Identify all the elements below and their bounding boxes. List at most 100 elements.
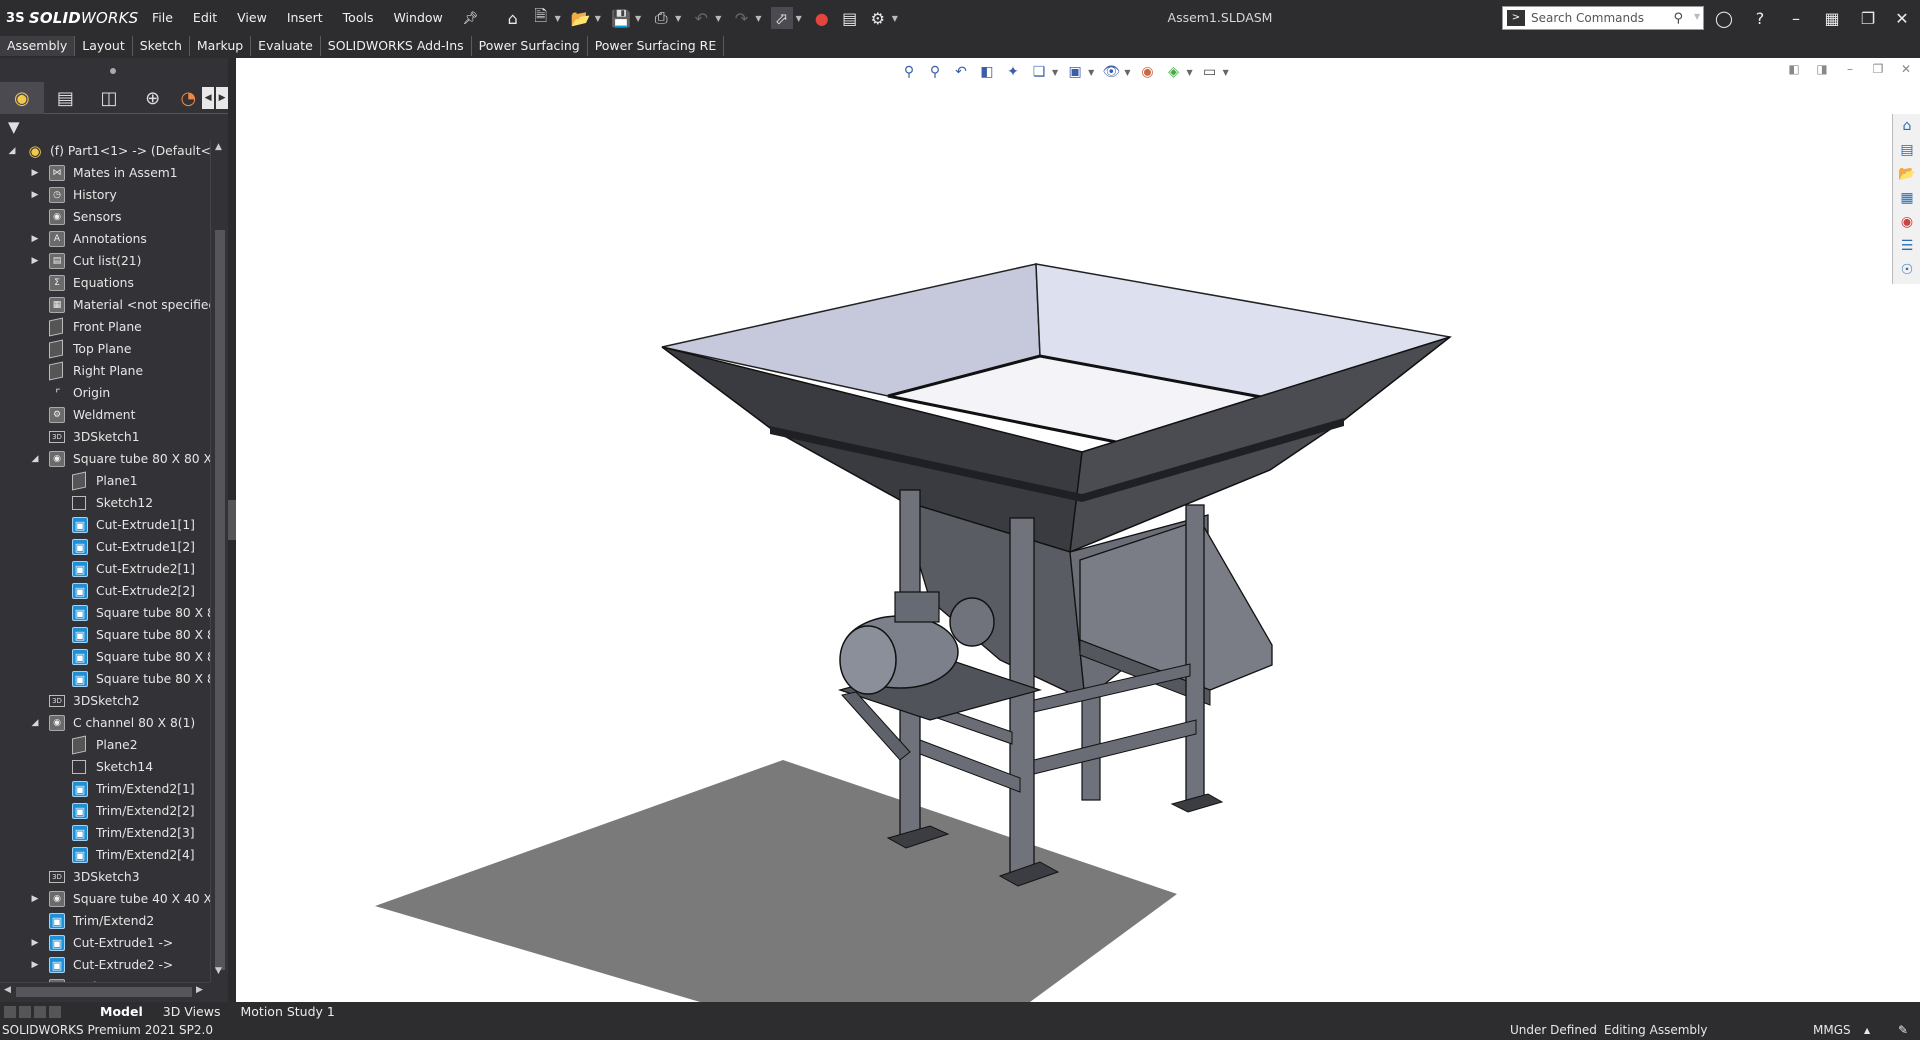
expand-arrow-icon[interactable]: ▶	[29, 894, 41, 904]
scroll-up-icon[interactable]: ▲	[215, 142, 222, 152]
expand-arrow-icon[interactable]: ▶	[29, 256, 41, 266]
feature-manager-tab-icon[interactable]: ◉	[0, 82, 44, 114]
open-dropdown-icon[interactable]: ▼	[595, 14, 601, 23]
tree-row[interactable]: Plane1	[0, 470, 210, 492]
scroll-down-icon[interactable]: ▼	[215, 966, 222, 976]
tab-motion-study-1[interactable]: Motion Study 1	[230, 1002, 344, 1022]
splitter-handle[interactable]	[228, 500, 236, 540]
save-icon[interactable]: 💾	[610, 7, 632, 29]
previous-tab-icon[interactable]	[19, 1006, 31, 1018]
tree-row[interactable]: ▶ ◷ History	[0, 184, 210, 206]
close-window-icon[interactable]: ✕	[1884, 0, 1920, 36]
solidworks-resources-icon[interactable]: ⌂	[1893, 114, 1920, 138]
menu-view[interactable]: View	[227, 0, 277, 36]
panel-splitter[interactable]	[228, 58, 236, 1002]
user-account-icon[interactable]: ◯	[1706, 0, 1742, 36]
tree-horizontal-scrollbar[interactable]: ◀ ▶	[0, 982, 210, 1000]
quick-tips-icon[interactable]: ✎	[1898, 1023, 1908, 1037]
file-properties-icon[interactable]: ▤	[839, 7, 861, 29]
view-palette-icon[interactable]: ▦	[1893, 186, 1920, 210]
undo-icon[interactable]: ↶	[690, 7, 712, 29]
tree-row[interactable]: ▣ Square tube 80 X 80 X	[0, 646, 210, 668]
new-dropdown-icon[interactable]: ▼	[555, 14, 561, 23]
filter-icon[interactable]: ▼	[8, 118, 20, 136]
undo-dropdown-icon[interactable]: ▼	[715, 14, 721, 23]
tree-row[interactable]: ▶ ▤ Cut list(21)	[0, 250, 210, 272]
print-dropdown-icon[interactable]: ▼	[675, 14, 681, 23]
tree-row[interactable]: ▶ ▣ Cut-Extrude2 ->	[0, 954, 210, 976]
tree-row[interactable]: Sketch12	[0, 492, 210, 514]
tree-row[interactable]: ▣ Trim/Extend2	[0, 910, 210, 932]
menu-tools[interactable]: Tools	[333, 0, 384, 36]
status-units[interactable]: MMGS	[1813, 1023, 1851, 1037]
solidworks-forum-icon[interactable]: ☉	[1893, 258, 1920, 282]
tree-row[interactable]: Plane2	[0, 734, 210, 756]
new-document-icon[interactable]: 🗎	[530, 6, 552, 29]
search-input[interactable]: Search Commands	[1531, 11, 1644, 25]
expand-arrow-icon[interactable]: ▶	[29, 938, 41, 948]
tree-row[interactable]: ⌜ Origin	[0, 382, 210, 404]
tree-row[interactable]: ▦ Material <not specified>	[0, 294, 210, 316]
scroll-right-icon[interactable]: ▶	[196, 985, 203, 995]
tab-model[interactable]: Model	[90, 1002, 153, 1022]
tree-row[interactable]: Front Plane	[0, 316, 210, 338]
options-gear-icon[interactable]: ⚙	[867, 7, 889, 29]
tree-row[interactable]: ▣ Trim/Extend2[2]	[0, 800, 210, 822]
first-tab-icon[interactable]	[4, 1006, 16, 1018]
hopper-3d-model[interactable]	[236, 58, 1920, 1002]
panel-grip[interactable]	[0, 58, 228, 82]
scroll-left-icon[interactable]: ◀	[4, 985, 11, 995]
tabs-scroll-right-icon[interactable]: ▶	[216, 87, 228, 109]
status-units-dropdown-icon[interactable]: ▲	[1864, 1026, 1870, 1035]
file-explorer-icon[interactable]: 📂	[1893, 162, 1920, 186]
expand-arrow-icon[interactable]: ▶	[29, 190, 41, 200]
tile-windows-icon[interactable]: ▦	[1814, 0, 1850, 36]
tree-row[interactable]: Σ Equations	[0, 272, 210, 294]
tree-row[interactable]: ◢ ◉ Square tube 80 X 80 X 5(1)	[0, 448, 210, 470]
tab-3d-views[interactable]: 3D Views	[153, 1002, 231, 1022]
tab-power-surfacing-re[interactable]: Power Surfacing RE	[588, 36, 725, 56]
tree-row[interactable]: ▣ Trim/Extend2[4]	[0, 844, 210, 866]
tree-row[interactable]: ▣ Trim/Extend2[1]	[0, 778, 210, 800]
options-dropdown-icon[interactable]: ▼	[892, 14, 898, 23]
last-tab-icon[interactable]	[49, 1006, 61, 1018]
tabs-scroll-left-icon[interactable]: ◀	[202, 87, 215, 109]
tree-row[interactable]: ⚙ Weldment	[0, 404, 210, 426]
tab-sketch[interactable]: Sketch	[133, 36, 190, 56]
expand-arrow-icon[interactable]: ▶	[29, 168, 41, 178]
custom-properties-icon[interactable]: ☰	[1893, 234, 1920, 258]
expand-arrow-icon[interactable]: ▶	[29, 234, 41, 244]
minimize-window-icon[interactable]: –	[1778, 0, 1814, 36]
graphics-area[interactable]: ⚲ ⚲ ↶ ◧ ✦ ❏ ▼ ▣ ▼ 👁︎ ▼ ◉ ◈ ▼ ▭ ▼ ◧ ◨ – ❐ ✕	[236, 58, 1920, 1002]
tab-markup[interactable]: Markup	[190, 36, 252, 56]
home-icon[interactable]: ⌂	[502, 7, 524, 29]
rebuild-traffic-light-icon[interactable]: ●	[811, 7, 833, 29]
tree-row[interactable]: 3D 3DSketch3	[0, 866, 210, 888]
tree-row[interactable]: ▣ Cut-Extrude1[2]	[0, 536, 210, 558]
menu-edit[interactable]: Edit	[183, 0, 227, 36]
tree-row[interactable]: ▣ Square tube 80 X 80 X	[0, 602, 210, 624]
restore-window-icon[interactable]: ❐	[1850, 0, 1886, 36]
tree-row[interactable]: ◢ ◉ (f) Part1<1> -> (Default<As M	[0, 140, 210, 162]
scroll-thumb[interactable]	[215, 230, 225, 970]
horizontal-scroll-thumb[interactable]	[16, 987, 192, 997]
search-icon[interactable]: ⚲	[1673, 11, 1683, 26]
dimxpert-manager-tab-icon[interactable]: ⊕	[131, 82, 175, 114]
appearances-scenes-icon[interactable]: ◉	[1893, 210, 1920, 234]
tree-row[interactable]: ▣ Cut-Extrude2[2]	[0, 580, 210, 602]
tree-row[interactable]: ◉ Sensors	[0, 206, 210, 228]
redo-dropdown-icon[interactable]: ▼	[755, 14, 761, 23]
design-library-icon[interactable]: ▤	[1893, 138, 1920, 162]
tree-row[interactable]: ▶ ◉ Square tube 40 X 40 X 4(1)	[0, 888, 210, 910]
select-dropdown-icon[interactable]: ▼	[796, 14, 802, 23]
open-icon[interactable]: 📂	[570, 7, 592, 29]
select-cursor-icon[interactable]: ⬀	[770, 7, 793, 29]
menu-window[interactable]: Window	[383, 0, 452, 36]
tree-row[interactable]: ◢ ◉ C channel 80 X 8(1)	[0, 712, 210, 734]
tree-row[interactable]: ▶ ⋈ Mates in Assem1	[0, 162, 210, 184]
collapse-arrow-icon[interactable]: ◢	[29, 718, 41, 728]
next-tab-icon[interactable]	[34, 1006, 46, 1018]
tree-row[interactable]: 3D 3DSketch2	[0, 690, 210, 712]
tab-layout[interactable]: Layout	[75, 36, 133, 56]
tab-power-surfacing[interactable]: Power Surfacing	[472, 36, 588, 56]
